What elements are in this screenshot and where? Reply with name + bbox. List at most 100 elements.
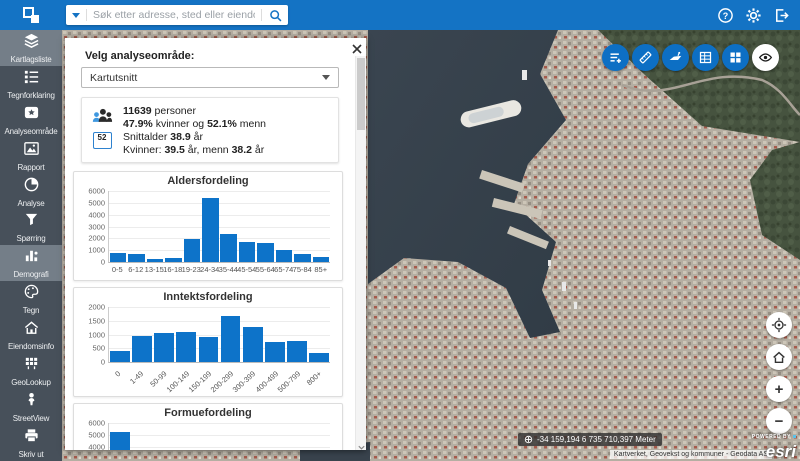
chart-title: Aldersfordeling (78, 175, 338, 188)
sidebar-item-analyseomrade[interactable]: Analyseområde (0, 102, 62, 138)
x-axis-tick: 300-399 (231, 369, 257, 394)
sidebar-item-sporring[interactable]: Spørring (0, 210, 62, 246)
x-axis-tick: 6-12 (128, 265, 143, 274)
age-text: Snittalder 38.9 år Kvinner: 39.5 år, men… (123, 131, 264, 157)
bar-65-74 (276, 250, 293, 262)
house-icon (23, 319, 40, 341)
bar-75-84 (294, 254, 311, 262)
sidebar-item-label: Eiendomsinfo (8, 342, 54, 351)
chart-plot: 0100020003000400050006000 (108, 191, 330, 263)
help-icon[interactable]: ? (717, 7, 734, 24)
esri-wordmark: esri (752, 443, 796, 460)
gridline (109, 191, 330, 192)
x-axis-tick: 150-199 (187, 369, 213, 394)
bar-24-34 (202, 198, 219, 262)
sidebar-item-label: GeoLookup (11, 378, 51, 387)
bar-19-23 (184, 239, 201, 262)
sidebar-item-label: Kartlagsliste (11, 55, 52, 64)
x-axis-tick: 65-74 (274, 265, 293, 274)
sidebar-item-eiendomsinfo[interactable]: Eiendomsinfo (0, 317, 62, 353)
sign-out-icon[interactable] (773, 7, 790, 24)
sidebar-item-tegnforklaring[interactable]: Tegnforklaring (0, 66, 62, 102)
pie-icon (23, 176, 40, 198)
y-axis-tick: 6000 (79, 187, 105, 196)
locate-button[interactable] (766, 312, 792, 338)
bar-150-199 (199, 337, 219, 362)
y-axis-tick: 0 (79, 358, 105, 367)
app-logo[interactable] (0, 0, 62, 30)
sidebar-item-label: Tegn (23, 306, 40, 315)
sidebar-item-skrivut[interactable]: Skriv ut (0, 425, 62, 461)
population-text: 11639 personer 47.9% kvinner og 52.1% me… (123, 105, 266, 131)
x-axis-tick: 45-54 (237, 265, 256, 274)
chart-title: Inntektsfordeling (78, 291, 338, 304)
basemap-icon (728, 50, 743, 65)
x-axis-tick: 100-149 (164, 369, 190, 394)
sidebar-item-demografi[interactable]: Demografi (0, 245, 62, 281)
bar-400-499 (265, 342, 285, 362)
add-layer-button[interactable] (602, 44, 629, 71)
sidebar-item-rapport[interactable]: Rapport (0, 138, 62, 174)
x-axis-tick: 800+ (305, 369, 324, 387)
bar-0 (110, 351, 130, 362)
sidebar-item-label: Analyse (17, 199, 44, 208)
scene-button[interactable] (662, 44, 689, 71)
table-icon (698, 50, 713, 65)
chart-x-labels: 01-4950-99100-149150-199200-299300-39940… (108, 365, 330, 393)
locate-icon (771, 317, 787, 333)
powered-by-text: POWERED BY (752, 435, 791, 440)
sidebar-item-geolookup[interactable]: GeoLookup (0, 353, 62, 389)
area-icon (23, 104, 40, 126)
coordinates-text: -34 159,194 6 735 710,397 Meter (537, 435, 656, 444)
scroll-down-icon[interactable] (357, 439, 366, 448)
sidebar-item-tegn[interactable]: Tegn (0, 281, 62, 317)
coordinate-readout: -34 159,194 6 735 710,397 Meter (518, 433, 662, 446)
y-axis-tick: 2000 (79, 303, 105, 312)
y-axis-tick: 5000 (79, 430, 105, 439)
x-axis-tick: 85+ (314, 265, 327, 274)
legend-icon (23, 68, 40, 90)
gridline (109, 203, 330, 204)
settings-gear-icon[interactable] (745, 7, 762, 24)
sidebar-item-kartlagsliste[interactable]: Kartlagsliste (0, 30, 62, 66)
esri-logo: POWERED BY esri (752, 426, 796, 460)
sidebar-item-analyse[interactable]: Analyse (0, 174, 62, 210)
chart-x-labels: 0-56-1213-1516-1819-2324-3435-4445-5455-… (108, 265, 330, 277)
home-button[interactable] (766, 344, 792, 370)
crosshair-icon (524, 435, 533, 444)
bar-800+ (309, 353, 329, 362)
funnel-icon (23, 211, 40, 233)
y-axis-tick: 4000 (79, 442, 105, 450)
measure-button[interactable] (632, 44, 659, 71)
panel-scrollbar[interactable] (355, 56, 366, 450)
sidebar-item-streetview[interactable]: StreetView (0, 389, 62, 425)
bar-200-299 (221, 316, 241, 362)
bar-13-15 (147, 259, 164, 262)
y-axis-tick: 4000 (79, 210, 105, 219)
search-options-caret-icon[interactable] (66, 13, 86, 18)
gridline (109, 435, 330, 436)
x-axis-tick: 16-18 (163, 265, 182, 274)
table-button[interactable] (692, 44, 719, 71)
scrollbar-thumb[interactable] (357, 58, 365, 130)
bar-300-399 (243, 327, 263, 362)
chart-title: Formuefordeling (78, 407, 338, 420)
zoom-in-button[interactable]: + (766, 376, 792, 402)
search-input[interactable] (87, 9, 261, 21)
x-axis-tick: 35-44 (219, 265, 238, 274)
x-axis-tick: 500-799 (275, 369, 301, 394)
y-axis-tick: 1000 (79, 330, 105, 339)
chart-card-inntektsfordeling: Inntektsfordeling 0500100015002000 01-49… (73, 287, 343, 397)
grid-icon (23, 355, 40, 377)
eye-button[interactable] (752, 44, 779, 71)
layers-icon (23, 32, 40, 54)
bar-6-12 (128, 254, 145, 262)
draw-icon (23, 283, 40, 305)
sidebar-item-label: Rapport (17, 163, 44, 172)
gridline (109, 321, 330, 322)
close-icon[interactable] (350, 42, 364, 56)
sidebar-item-label: Demografi (13, 270, 48, 279)
basemap-button[interactable] (722, 44, 749, 71)
analysis-area-select[interactable]: Kartutsnitt (81, 67, 339, 88)
search-icon[interactable] (262, 5, 288, 25)
